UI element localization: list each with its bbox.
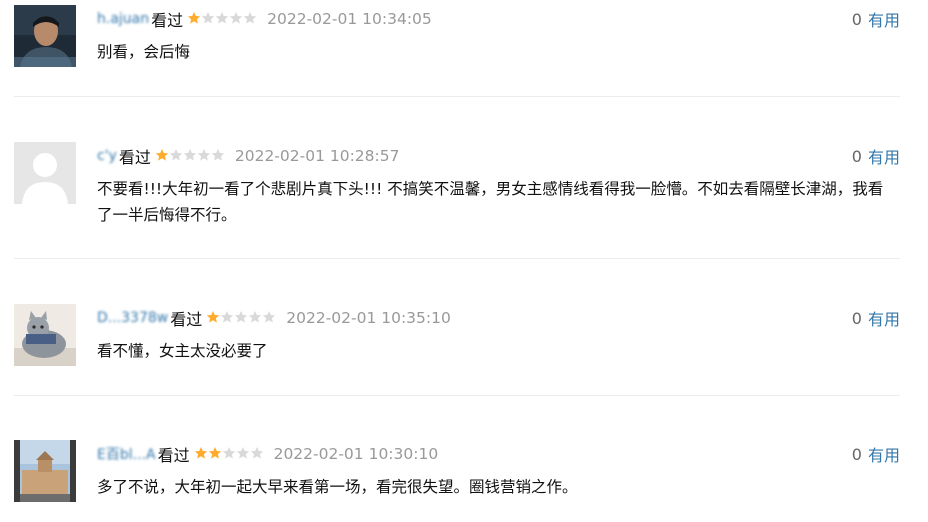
review-item: h.ajuan 看过 2022-02-01 10:34:05 0 有用 别看，会… — [14, 5, 900, 78]
username-link[interactable]: D...3378w — [97, 310, 168, 326]
watch-status: 看过 — [170, 310, 203, 329]
username-link[interactable]: E百bl...A — [97, 444, 156, 464]
rating-stars — [155, 148, 225, 162]
star-empty-icon — [236, 447, 249, 459]
divider — [14, 258, 900, 259]
vote-area: 0 有用 — [851, 442, 900, 466]
rating-stars — [194, 446, 264, 460]
star-empty-icon — [249, 311, 262, 323]
star-empty-icon — [169, 149, 183, 161]
vote-area: 0 有用 — [851, 7, 900, 31]
vote-count: 0 — [851, 146, 862, 166]
star-filled-icon — [208, 447, 221, 459]
review-meta: E百bl...A 看过 2022-02-01 10:30:10 — [97, 443, 438, 465]
star-empty-icon — [263, 311, 276, 323]
review-date: 2022-02-01 10:34:05 — [267, 10, 432, 28]
useful-button[interactable]: 有用 — [868, 306, 900, 330]
cat-avatar-icon — [14, 304, 76, 366]
vote-area: 0 有用 — [851, 144, 900, 168]
star-empty-icon — [183, 149, 197, 161]
useful-button[interactable]: 有用 — [868, 144, 900, 168]
star-filled-icon — [207, 311, 220, 323]
username-link[interactable]: c'y — [97, 148, 117, 164]
review-meta: D...3378w 看过 2022-02-01 10:35:10 — [97, 307, 451, 329]
vote-count: 0 — [851, 444, 862, 464]
review-item: E百bl...A 看过 2022-02-01 10:30:10 0 有用 多了不… — [14, 440, 900, 513]
review-date: 2022-02-01 10:35:10 — [286, 309, 451, 327]
star-empty-icon — [201, 12, 215, 24]
review-item: c'y 看过 2022-02-01 10:28:57 0 有用 不要看!!!大年… — [14, 142, 900, 235]
watch-status: 看过 — [157, 446, 190, 465]
review-date: 2022-02-01 10:28:57 — [234, 147, 400, 165]
star-empty-icon — [215, 12, 229, 24]
watch-status: 看过 — [151, 11, 184, 30]
username-link[interactable]: h.ajuan — [97, 11, 149, 27]
avatar[interactable] — [14, 304, 76, 366]
useful-button[interactable]: 有用 — [868, 442, 900, 466]
divider — [14, 96, 900, 97]
avatar[interactable] — [14, 5, 76, 67]
review-meta: h.ajuan 看过 2022-02-01 10:34:05 — [97, 8, 432, 30]
watch-status: 看过 — [118, 148, 151, 167]
rating-stars — [187, 11, 257, 25]
star-empty-icon — [235, 311, 248, 323]
star-empty-icon — [221, 311, 234, 323]
review-date: 2022-02-01 10:30:10 — [273, 445, 439, 463]
star-empty-icon — [197, 149, 211, 161]
star-empty-icon — [229, 12, 243, 24]
avatar[interactable] — [14, 440, 76, 502]
man-portrait-avatar-icon — [14, 5, 76, 67]
useful-button[interactable]: 有用 — [868, 7, 900, 31]
review-content: 多了不说，大年初一起大早来看第一场，看完很失望。圈钱营销之作。 — [97, 478, 578, 496]
default-person-avatar-icon — [14, 142, 76, 204]
vote-count: 0 — [851, 308, 862, 328]
star-filled-icon — [187, 12, 201, 24]
rating-stars — [206, 310, 276, 324]
star-filled-icon — [194, 447, 207, 459]
star-empty-icon — [222, 447, 235, 459]
star-filled-icon — [155, 149, 169, 161]
review-content: 别看，会后悔 — [97, 43, 191, 61]
vote-area: 0 有用 — [851, 306, 900, 330]
vote-count: 0 — [851, 9, 862, 29]
divider — [14, 395, 900, 396]
star-empty-icon — [243, 12, 257, 24]
review-content: 看不懂，女主太没必要了 — [97, 342, 268, 360]
star-empty-icon — [211, 149, 225, 161]
review-item: D...3378w 看过 2022-02-01 10:35:10 0 有用 看不… — [14, 304, 900, 377]
avatar[interactable] — [14, 142, 76, 204]
review-content: 不要看!!!大年初一看了个悲剧片真下头!!! 不搞笑不温馨，男女主感情线看得我一… — [97, 180, 884, 224]
star-empty-icon — [250, 447, 263, 459]
building-avatar-icon — [14, 440, 76, 502]
review-meta: c'y 看过 2022-02-01 10:28:57 — [97, 145, 399, 167]
